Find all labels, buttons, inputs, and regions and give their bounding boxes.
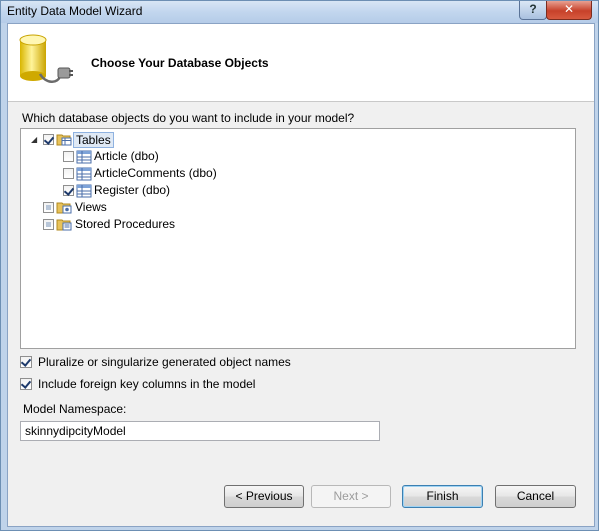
- previous-button[interactable]: < Previous: [224, 485, 304, 508]
- help-button[interactable]: ?: [519, 1, 547, 20]
- tree-item-stored-procedures[interactable]: Stored Procedures: [21, 216, 241, 233]
- tables-label[interactable]: Tables: [73, 132, 114, 148]
- close-icon: ✕: [563, 2, 575, 16]
- table-label[interactable]: ArticleComments (dbo): [94, 165, 217, 182]
- question-label: Which database objects do you want to in…: [22, 111, 355, 125]
- views-label[interactable]: Views: [75, 199, 107, 216]
- stored-procedures-folder-icon: [56, 219, 72, 231]
- pluralize-checkbox[interactable]: [20, 356, 32, 368]
- close-button[interactable]: ✕: [546, 1, 592, 20]
- stored-procedures-checkbox[interactable]: [43, 219, 54, 230]
- database-connection-icon: [19, 34, 73, 83]
- namespace-input[interactable]: [20, 421, 380, 441]
- tree-item-table[interactable]: Article (dbo): [21, 148, 271, 165]
- pluralize-label[interactable]: Pluralize or singularize generated objec…: [38, 355, 291, 369]
- foreign-keys-label[interactable]: Include foreign key columns in the model: [38, 377, 255, 391]
- table-checkbox[interactable]: [63, 168, 74, 179]
- wizard-body: Choose Your Database Objects Which datab…: [7, 23, 595, 527]
- collapse-triangle-icon[interactable]: ◢: [31, 136, 39, 144]
- next-button[interactable]: Next >: [311, 485, 391, 508]
- table-icon: [76, 184, 92, 198]
- namespace-label: Model Namespace:: [23, 402, 127, 416]
- title-bar[interactable]: Entity Data Model Wizard ? ✕: [1, 1, 598, 23]
- tree-item-views[interactable]: Views: [21, 199, 221, 216]
- table-label[interactable]: Article (dbo): [94, 148, 159, 165]
- table-label[interactable]: Register (dbo): [94, 182, 170, 199]
- views-checkbox[interactable]: [43, 202, 54, 213]
- tree-item-table[interactable]: Register (dbo): [21, 182, 271, 199]
- table-checkbox[interactable]: [63, 151, 74, 162]
- page-title: Choose Your Database Objects: [91, 56, 269, 70]
- window-title: Entity Data Model Wizard: [7, 4, 143, 18]
- table-icon: [76, 150, 92, 164]
- tree-item-tables[interactable]: ◢ Tables: [21, 131, 221, 148]
- cancel-button[interactable]: Cancel: [495, 485, 576, 508]
- wizard-header: Choose Your Database Objects: [8, 24, 594, 102]
- stored-procedures-label[interactable]: Stored Procedures: [75, 216, 175, 233]
- table-checkbox[interactable]: [63, 185, 74, 196]
- tree-item-table[interactable]: ArticleComments (dbo): [21, 165, 271, 182]
- views-folder-icon: [56, 202, 72, 214]
- tables-checkbox[interactable]: [43, 134, 54, 145]
- finish-button[interactable]: Finish: [402, 485, 483, 508]
- foreign-keys-checkbox[interactable]: [20, 378, 32, 390]
- wizard-window: Entity Data Model Wizard ? ✕ Choose Your…: [0, 0, 599, 531]
- database-objects-tree[interactable]: ◢ Tables Article (dbo) ArticleComments (…: [20, 128, 576, 349]
- table-icon: [76, 167, 92, 181]
- tables-folder-icon: [56, 134, 72, 146]
